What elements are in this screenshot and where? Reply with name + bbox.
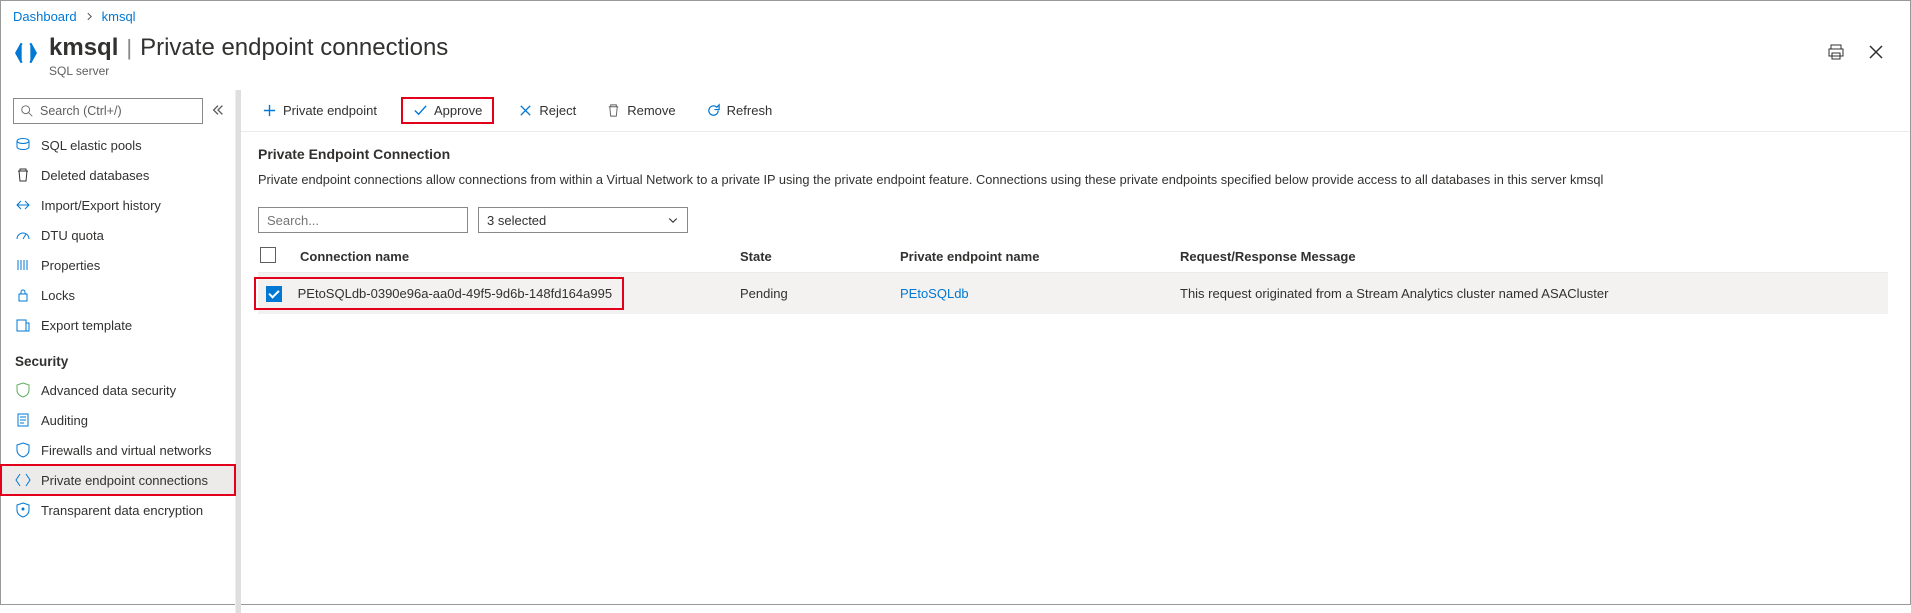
auditing-icon (15, 412, 31, 428)
sidebar-nav: SQL elastic pools Deleted databases Impo… (1, 130, 235, 340)
breadcrumb: Dashboard kmsql (1, 1, 1910, 32)
page-title: Private endpoint connections (140, 34, 448, 62)
sqlserver-icon (13, 40, 39, 69)
table-header: Connection name State Private endpoint n… (258, 241, 1888, 273)
lock-icon (15, 287, 31, 303)
resource-name: kmsql (49, 34, 118, 62)
connections-table: Connection name State Private endpoint n… (258, 241, 1888, 314)
main-content: Private endpoint Approve Reject Remove R… (236, 90, 1910, 613)
button-label: Reject (539, 103, 576, 118)
chevron-right-icon (85, 9, 94, 24)
refresh-button[interactable]: Refresh (700, 99, 779, 122)
splitter[interactable] (236, 90, 241, 613)
sidebar-item-label: Auditing (41, 413, 88, 428)
approve-button[interactable]: Approve (413, 103, 482, 118)
table-row[interactable]: PEtoSQLdb-0390e96a-aa0d-49f5-9d6b-148fd1… (258, 273, 1888, 314)
col-message[interactable]: Request/Response Message (1180, 249, 1886, 264)
sidebar-item-label: Properties (41, 258, 100, 273)
connection-name-highlight: PEtoSQLdb-0390e96a-aa0d-49f5-9d6b-148fd1… (254, 277, 624, 310)
gauge-icon (15, 227, 31, 243)
sidebar-item-firewalls[interactable]: Firewalls and virtual networks (1, 435, 235, 465)
close-button[interactable] (1864, 40, 1888, 67)
cell-state: Pending (740, 286, 900, 301)
sidebar-section-security: Security (1, 340, 235, 375)
sidebar-item-advanced-security[interactable]: Advanced data security (1, 375, 235, 405)
search-placeholder: Search (Ctrl+/) (40, 104, 122, 118)
sidebar-item-label: Firewalls and virtual networks (41, 443, 212, 458)
trash-icon (606, 103, 621, 118)
row-checkbox[interactable] (266, 286, 282, 302)
export-template-icon (15, 317, 31, 333)
col-connection-name[interactable]: Connection name (300, 249, 740, 264)
sidebar-item-label: Export template (41, 318, 132, 333)
sidebar: Search (Ctrl+/) SQL elastic pools Delete… (1, 90, 236, 613)
sidebar-item-properties[interactable]: Properties (1, 250, 235, 280)
breadcrumb-current[interactable]: kmsql (102, 9, 136, 24)
search-input[interactable]: Search (Ctrl+/) (13, 98, 203, 124)
properties-icon (15, 257, 31, 273)
sidebar-item-label: Transparent data encryption (41, 503, 203, 518)
button-label: Refresh (727, 103, 773, 118)
content-heading: Private Endpoint Connection (258, 146, 1888, 162)
button-label: Remove (627, 103, 675, 118)
col-pe-name[interactable]: Private endpoint name (900, 249, 1180, 264)
col-state[interactable]: State (740, 249, 900, 264)
breadcrumb-root[interactable]: Dashboard (13, 9, 77, 24)
sidebar-item-label: Private endpoint connections (41, 473, 208, 488)
button-label: Approve (434, 103, 482, 118)
elastic-pool-icon (15, 137, 31, 153)
toolbar: Private endpoint Approve Reject Remove R… (236, 90, 1910, 132)
reject-button[interactable]: Reject (512, 99, 582, 122)
private-endpoint-link[interactable]: PEtoSQLdb (900, 286, 969, 301)
collapse-sidebar-button[interactable] (209, 101, 227, 122)
sidebar-item-dtu-quota[interactable]: DTU quota (1, 220, 235, 250)
search-icon (20, 104, 34, 118)
sidebar-item-label: DTU quota (41, 228, 104, 243)
sidebar-item-export-template[interactable]: Export template (1, 310, 235, 340)
sidebar-item-deleted-db[interactable]: Deleted databases (1, 160, 235, 190)
dropdown-label: 3 selected (487, 213, 546, 228)
x-icon (518, 103, 533, 118)
connection-search-input[interactable] (258, 207, 468, 233)
chevron-down-icon (667, 214, 679, 226)
encryption-icon (15, 502, 31, 518)
sidebar-item-auditing[interactable]: Auditing (1, 405, 235, 435)
connection-name: PEtoSQLdb-0390e96a-aa0d-49f5-9d6b-148fd1… (298, 286, 612, 301)
sidebar-item-private-endpoint[interactable]: Private endpoint connections (1, 465, 235, 495)
sidebar-item-tde[interactable]: Transparent data encryption (1, 495, 235, 525)
firewall-icon (15, 442, 31, 458)
sidebar-item-label: Advanced data security (41, 383, 176, 398)
separator: | (126, 35, 132, 61)
import-export-icon (15, 197, 31, 213)
sidebar-item-label: SQL elastic pools (41, 138, 142, 153)
print-button[interactable] (1824, 40, 1848, 67)
refresh-icon (706, 103, 721, 118)
sidebar-item-elastic-pools[interactable]: SQL elastic pools (1, 130, 235, 160)
sidebar-item-locks[interactable]: Locks (1, 280, 235, 310)
sidebar-item-import-export[interactable]: Import/Export history (1, 190, 235, 220)
close-icon (1868, 44, 1884, 60)
add-endpoint-button[interactable]: Private endpoint (256, 99, 383, 122)
filter-dropdown[interactable]: 3 selected (478, 207, 688, 233)
approve-button-highlight: Approve (401, 97, 494, 124)
cell-message: This request originated from a Stream An… (1180, 286, 1886, 301)
shield-icon (15, 382, 31, 398)
sidebar-item-label: Import/Export history (41, 198, 161, 213)
page-header: kmsql | Private endpoint connections SQL… (1, 32, 1910, 90)
select-all-checkbox[interactable] (260, 247, 276, 263)
endpoint-icon (15, 472, 31, 488)
plus-icon (262, 103, 277, 118)
remove-button[interactable]: Remove (600, 99, 681, 122)
trash-icon (15, 167, 31, 183)
print-icon (1828, 44, 1844, 60)
chevron-left-double-icon (211, 103, 225, 117)
sidebar-item-label: Deleted databases (41, 168, 149, 183)
content-description: Private endpoint connections allow conne… (258, 172, 1888, 187)
sidebar-nav-security: Advanced data security Auditing Firewall… (1, 375, 235, 525)
sidebar-item-label: Locks (41, 288, 75, 303)
checkmark-icon (413, 103, 428, 118)
button-label: Private endpoint (283, 103, 377, 118)
resource-type: SQL server (49, 64, 1824, 78)
